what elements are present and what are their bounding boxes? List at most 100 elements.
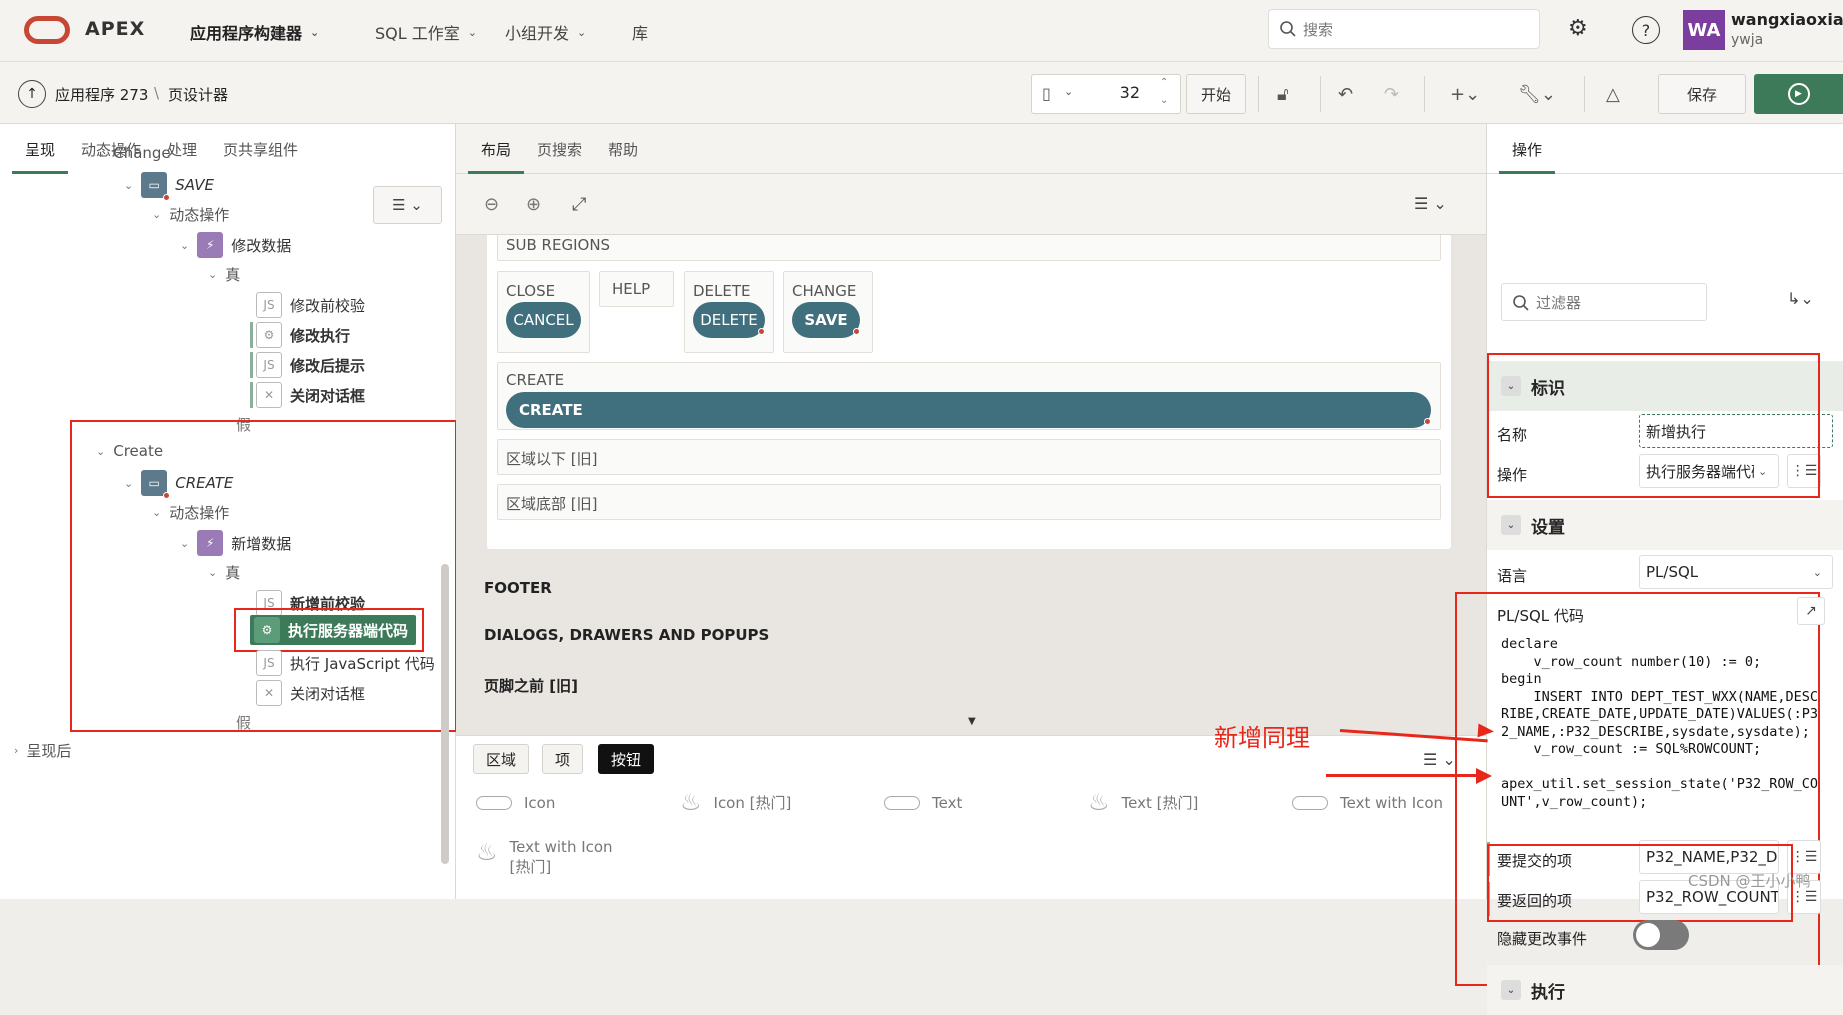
chevron-down-icon: ⌄ [96,444,106,458]
template-icon[interactable]: Icon [476,794,555,812]
plsql-code-editor[interactable]: declare v_row_count number(10) := 0; beg… [1501,636,1821,832]
filter-input[interactable]: 过滤器 [1501,283,1707,321]
utilities-wrench-icon[interactable]: 🔧︎⌄ [1518,84,1556,105]
go-to-group-icon[interactable]: ↳⌄ [1787,289,1814,308]
tree-node-true-2[interactable]: ⌄ 真 [208,562,240,583]
scrollbar[interactable] [441,564,449,864]
chevron-down-icon: ⌄ [152,208,162,221]
page-decrement-icon[interactable]: ⌄ [1160,95,1168,106]
page-increment-icon[interactable]: ⌃ [1160,77,1168,88]
help-icon[interactable]: ? [1632,16,1660,44]
search-icon [1280,21,1296,37]
tree-node-exec-js[interactable]: JS 执行 JavaScript 代码 [256,650,435,676]
menu-icon[interactable]: ☰ ⌄ [1414,194,1447,213]
slot-help[interactable]: HELP [599,271,674,307]
template-text-hot[interactable]: ♨ Text [热门] [1088,788,1198,816]
undo-icon[interactable]: ↶ [1338,84,1353,105]
tree-node-create-button[interactable]: ⌄ ▭ CREATE [124,470,233,499]
tree-node-change[interactable]: ⌄ Change [96,144,171,162]
tree-node-after-render[interactable]: › 呈现后 [14,740,71,761]
footer-slot[interactable]: FOOTER [484,579,552,597]
nav-gallery[interactable]: 库 [632,20,648,44]
delete-button[interactable]: DELETE [693,302,765,338]
up-arrow-icon[interactable]: ↑ [18,80,46,108]
avatar[interactable]: WA [1683,10,1725,50]
language-select[interactable]: PL/SQL ⌄ [1639,555,1833,589]
hide-change-toggle[interactable] [1633,920,1689,950]
tree-node-dynamic-actions[interactable]: ⌄ 动态操作 [152,204,229,225]
tab-action[interactable]: 操作 [1499,124,1556,174]
sub-regions-slot[interactable]: SUB REGIONS [497,235,1441,261]
menu-icon[interactable]: ☰ ⌄ [1423,750,1456,769]
expand-code-icon[interactable]: ↗ [1797,597,1825,625]
tab-rendering[interactable]: 呈现 [12,124,69,174]
template-text-with-icon-hot[interactable]: ♨ Text with Icon [热门] [476,838,620,877]
template-text[interactable]: Text [884,794,962,812]
gallery-tab-buttons[interactable]: 按钮 [598,744,655,774]
zoom-out-icon[interactable]: ⊖ [484,194,499,215]
chevron-down-icon[interactable]: ⌄ [1064,85,1073,98]
tree-node-save[interactable]: ⌄ ▭ SAVE [124,172,214,201]
tree-node-create-group[interactable]: ⌄ Create [96,442,163,460]
button-region-icon: ▭ [141,470,171,499]
tree-node-modify-tip[interactable]: JS 修改后提示 [256,352,365,378]
gallery-tab-regions[interactable]: 区域 [473,744,530,774]
tree-node-true[interactable]: ⌄ 真 [208,264,240,285]
tab-help[interactable]: 帮助 [595,124,651,174]
tree-node-close-dialog-2[interactable]: ✕ 关闭对话框 [256,680,365,706]
slot-region-below[interactable]: 区域以下 [旧] [497,439,1441,475]
search-input[interactable]: 搜索 [1268,9,1540,49]
save-template-button[interactable]: SAVE [792,302,860,338]
nav-sql-workshop[interactable]: SQL 工作室 ⌄ [375,20,477,44]
tree-node-dynamic-actions-2[interactable]: ⌄ 动态操作 [152,502,229,523]
shared-components-icon[interactable]: △ [1606,84,1620,105]
group-execution[interactable]: ⌄ 执行 [1487,965,1843,1015]
before-footer-slot[interactable]: 页脚之前 [旧] [484,675,578,696]
run-button[interactable]: ▶ [1754,74,1843,114]
tree-node-close-dialog[interactable]: ✕ 关闭对话框 [256,382,365,408]
start-button[interactable]: 开始 [1186,74,1246,114]
unlock-icon[interactable]: 🔓︎ [1277,84,1289,105]
tree-menu-button[interactable]: ☰ ⌄ [373,186,442,224]
nav-team-dev[interactable]: 小组开发 ⌄ [505,20,586,44]
breadcrumb-app[interactable]: 应用程序 273 [55,84,148,105]
page-number-input[interactable]: 32 [1085,83,1140,102]
user-name[interactable]: wangxiaoxian [1731,10,1843,29]
redo-icon[interactable]: ↷ [1384,84,1399,105]
template-text-with-icon[interactable]: Text with Icon [1292,794,1443,812]
tree-node-modify-validate[interactable]: JS 修改前校验 [256,292,365,318]
nav-app-builder[interactable]: 应用程序构建器 ⌄ [190,20,319,44]
apex-brand: APEX [85,18,146,40]
error-indicator [1424,418,1431,425]
admin-tools-icon[interactable]: ⚙ [1568,16,1588,41]
splitter-handle-icon[interactable]: ▼ [968,716,976,727]
chevron-down-icon: ⌄ [1501,980,1521,1000]
arrow-head-icon [1476,768,1492,784]
tab-layout[interactable]: 布局 [468,124,525,174]
chevron-down-icon: ⌄ [124,476,134,490]
expand-icon[interactable]: ⤢ [572,194,586,215]
group-settings[interactable]: ⌄ 设置 [1487,500,1843,550]
annotation-text: 新增同理 [1214,724,1310,752]
slot-region-bottom[interactable]: 区域底部 [旧] [497,484,1441,520]
tree-node-exec-server-code[interactable]: ⚙ 执行服务器端代码 [250,615,417,645]
cancel-button[interactable]: CANCEL [506,302,581,338]
selection-bar [250,382,253,408]
create-menu-icon[interactable]: +⌄ [1450,84,1480,105]
oracle-logo[interactable] [24,16,70,44]
zoom-in-icon[interactable]: ⊕ [526,194,541,215]
hot-flame-icon: ♨ [1088,788,1110,816]
template-icon-hot[interactable]: ♨ Icon [热门] [680,788,791,816]
button-shape-icon [884,796,920,810]
dialogs-slot[interactable]: DIALOGS, DRAWERS AND POPUPS [484,626,769,644]
tree-node-add-data[interactable]: ⌄ ⚡ 新增数据 [180,530,291,556]
tab-page-search[interactable]: 页搜索 [524,124,595,174]
tree-node-modify-data[interactable]: ⌄ ⚡ 修改数据 [180,232,291,258]
save-button[interactable]: 保存 [1658,74,1746,114]
gallery-tab-items[interactable]: 项 [542,744,584,774]
center-tabs: 布局 页搜索 帮助 [456,124,1486,174]
create-template-button[interactable]: CREATE [506,392,1431,428]
tree-node-false-2[interactable]: 假 [236,712,251,733]
tree-node-modify-exec[interactable]: ⚙ 修改执行 [256,322,350,348]
tab-shared-components[interactable]: 页共享组件 [210,124,311,174]
